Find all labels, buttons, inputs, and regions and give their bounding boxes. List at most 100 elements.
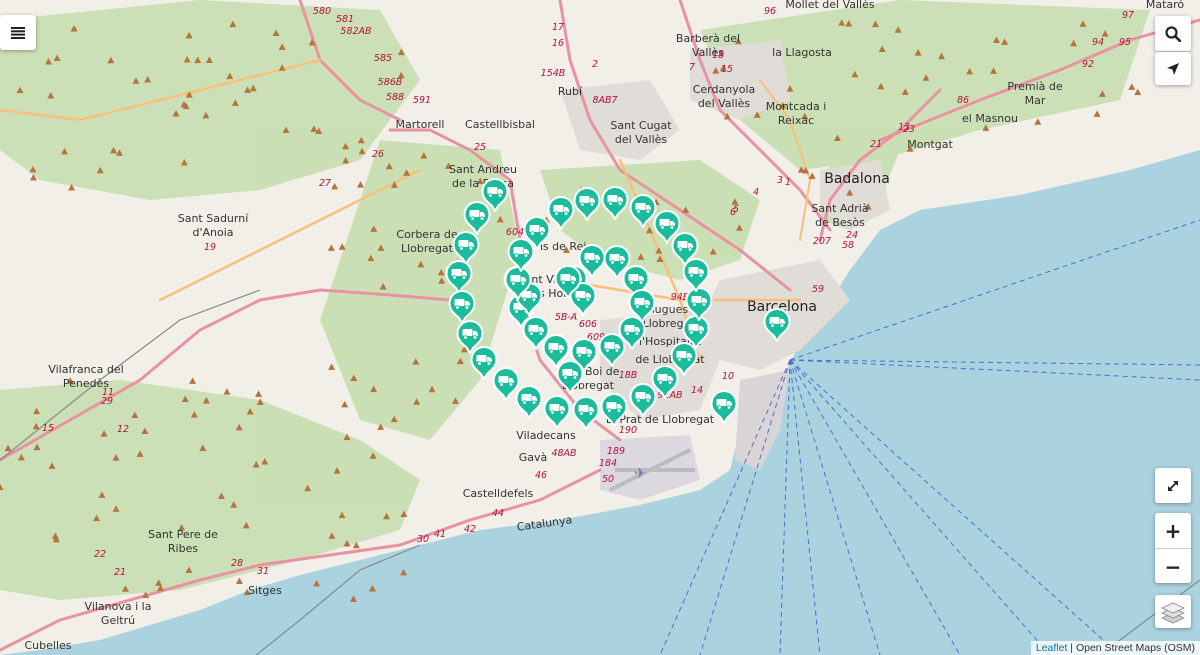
road-number: 96 — [764, 6, 776, 17]
peak-marker — [400, 568, 408, 576]
leaflet-link[interactable]: Leaflet — [1036, 642, 1068, 654]
truck-icon — [448, 289, 476, 325]
vehicle-marker[interactable] — [685, 286, 713, 322]
search-button[interactable] — [1155, 16, 1191, 51]
vehicle-marker[interactable] — [547, 195, 575, 231]
vehicle-marker[interactable] — [463, 200, 491, 236]
vehicle-marker[interactable] — [763, 307, 791, 343]
road-number: 19 — [204, 242, 216, 253]
layers-button[interactable] — [1155, 595, 1191, 628]
road-number: 4 — [753, 187, 759, 198]
map-container[interactable]: ✈ Barcelona Badalona Mataró Mollet del V… — [0, 0, 1200, 655]
vehicle-marker[interactable] — [445, 259, 473, 295]
svg-text:Montcada i: Montcada i — [766, 100, 827, 113]
truck-icon — [629, 193, 657, 229]
truck-icon — [572, 395, 600, 431]
vehicle-marker[interactable] — [543, 394, 571, 430]
road-number: 97 — [1122, 10, 1134, 21]
svg-text:Rubí: Rubí — [558, 85, 583, 98]
locate-button[interactable] — [1155, 52, 1191, 85]
vehicle-marker[interactable] — [573, 186, 601, 222]
svg-text:Castellbisbal: Castellbisbal — [465, 118, 535, 131]
port-area — [735, 370, 790, 470]
road-number: 86 — [957, 95, 969, 106]
road-number: 21 — [114, 567, 126, 578]
road-number: 14 — [691, 385, 703, 396]
road-number: 42 — [464, 524, 476, 535]
vehicle-marker[interactable] — [601, 185, 629, 221]
fullscreen-button[interactable] — [1155, 468, 1191, 503]
truck-icon — [554, 264, 582, 300]
attribution-separator: | — [1067, 642, 1076, 654]
truck-icon — [547, 195, 575, 231]
truck-icon — [763, 307, 791, 343]
road-number: 94 — [1092, 37, 1104, 48]
road-number: 7 — [689, 62, 695, 73]
menu-button[interactable] — [0, 15, 36, 50]
vehicle-marker[interactable] — [600, 392, 628, 428]
vehicle-marker[interactable] — [448, 289, 476, 325]
truck-icon — [628, 288, 656, 324]
road-number: 586B — [378, 77, 403, 88]
road-number: 18 — [712, 50, 724, 61]
vehicle-marker[interactable] — [628, 288, 656, 324]
road-number: 21 — [870, 139, 882, 150]
vehicle-marker[interactable] — [570, 337, 598, 373]
road-number: 3 — [777, 175, 783, 186]
svg-text:Mollet del Vallès: Mollet del Vallès — [785, 0, 875, 11]
road-number: 13 — [898, 122, 910, 133]
road-number: 44 — [492, 508, 504, 519]
vehicle-marker[interactable] — [572, 395, 600, 431]
svg-text:Martorell: Martorell — [396, 118, 445, 131]
zoom-in-button[interactable]: + — [1155, 513, 1191, 548]
vehicle-marker[interactable] — [507, 237, 535, 273]
truck-icon — [542, 333, 570, 369]
truck-icon — [463, 200, 491, 236]
road-number: 27 — [319, 178, 331, 189]
vehicle-marker[interactable] — [515, 384, 543, 420]
layers-icon — [1161, 602, 1185, 623]
road-number: 585 — [374, 53, 392, 64]
road-number: 95 — [1119, 37, 1131, 48]
road-number: 184 — [599, 458, 617, 469]
road-number: 1 — [785, 177, 791, 188]
osm-attribution: Open Street Maps (OSM) — [1075, 642, 1195, 654]
label-badalona: Badalona — [824, 171, 890, 187]
basemap[interactable]: ✈ Barcelona Badalona Mataró Mollet del V… — [0, 0, 1200, 655]
road-number: 606 — [579, 319, 597, 330]
road-number: 50 — [602, 474, 614, 485]
svg-text:Ribes: Ribes — [168, 542, 198, 555]
road-number: 582AB — [340, 26, 371, 37]
vehicle-marker[interactable] — [710, 389, 738, 425]
svg-text:de Besòs: de Besòs — [815, 216, 865, 229]
svg-text:Sant Sadurní: Sant Sadurní — [178, 212, 249, 225]
vehicle-marker[interactable] — [542, 333, 570, 369]
svg-text:d'Anoia: d'Anoia — [192, 226, 233, 239]
vehicle-marker[interactable] — [629, 193, 657, 229]
truck-icon — [685, 286, 713, 322]
road-number: 92 — [1082, 59, 1094, 70]
vehicle-marker[interactable] — [554, 264, 582, 300]
locate-arrow-icon — [1167, 62, 1179, 75]
svg-text:Montgat: Montgat — [907, 138, 953, 151]
road-number: 2 — [592, 59, 598, 70]
svg-text:Mar: Mar — [1025, 94, 1046, 107]
road-number: 5 — [733, 204, 739, 215]
zoom-out-button[interactable]: − — [1155, 548, 1191, 584]
road-number: 30 — [417, 534, 429, 545]
peak-marker — [368, 585, 376, 592]
svg-text:Castelldefels: Castelldefels — [463, 487, 534, 500]
truck-icon — [507, 237, 535, 273]
vehicle-marker[interactable] — [603, 244, 631, 280]
road-number: 28 — [231, 558, 243, 569]
truck-icon — [601, 185, 629, 221]
svg-text:Geltrú: Geltrú — [101, 614, 135, 627]
road-number: 207 — [813, 236, 831, 247]
vehicle-marker[interactable] — [629, 382, 657, 418]
fullscreen-icon — [1168, 480, 1178, 491]
road-number: 581 — [336, 14, 354, 25]
svg-text:del Vallès: del Vallès — [698, 97, 751, 110]
vehicle-marker[interactable] — [653, 209, 681, 245]
svg-text:Corbera de: Corbera de — [396, 228, 457, 241]
road-number: 15 — [721, 64, 733, 75]
